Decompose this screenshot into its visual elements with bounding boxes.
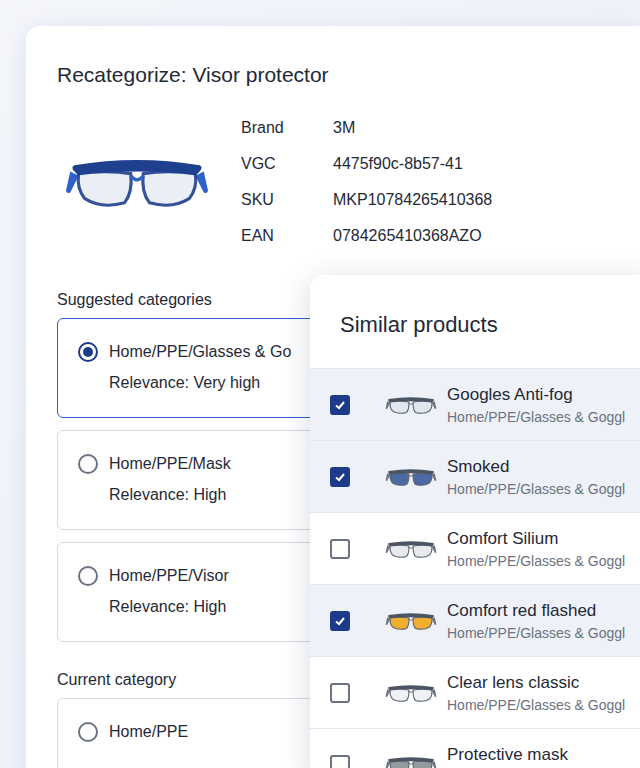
product-thumbnail-icon [385, 462, 437, 492]
product-category: Home/PPE/Glasses & Goggl [447, 479, 625, 499]
similar-products-list: Googles Anti-fogHome/PPE/Glasses & Goggl… [310, 368, 640, 768]
product-field: EAN0784265410368AZO [241, 218, 492, 254]
product-field: VGC4475f90c-8b57-41 [241, 146, 492, 182]
check-icon [334, 399, 346, 411]
page-title: Recategorize: Visor protector [57, 60, 640, 90]
checkbox-icon[interactable] [330, 755, 350, 768]
product-field: Brand3M [241, 110, 492, 146]
radio-icon[interactable] [78, 342, 98, 362]
product-fields: Brand3MVGC4475f90c-8b57-41SKUMKP10784265… [241, 110, 492, 254]
product-category: Home/PPE/Glasses & Goggl [447, 551, 625, 571]
field-value: 4475f90c-8b57-41 [333, 152, 463, 176]
product-info: Brand3MVGC4475f90c-8b57-41SKUMKP10784265… [57, 110, 640, 254]
category-relevance: Relevance: High [109, 595, 229, 619]
product-thumbnail-icon [385, 606, 437, 636]
radio-icon[interactable] [78, 454, 98, 474]
product-image-icon [64, 140, 210, 224]
category-path: Home/PPE/Visor [109, 564, 229, 588]
category-path: Home/PPE/Glasses & Go [109, 340, 291, 364]
category-path: Home/PPE/Mask [109, 452, 231, 476]
category-path: Home/PPE [109, 720, 188, 744]
category-relevance: Relevance: High [109, 483, 231, 507]
similar-products-panel: Similar productsGoogles Anti-fogHome/PPE… [310, 275, 640, 768]
panel-title: Similar products [310, 275, 640, 340]
product-name: Smoked [447, 455, 625, 479]
product-category: Home/PPE/Glasses & Goggl [447, 695, 625, 715]
checkbox-icon[interactable] [330, 611, 350, 631]
similar-product-row[interactable]: SmokedHome/PPE/Glasses & Goggl [310, 440, 640, 512]
field-value: 0784265410368AZO [333, 224, 482, 248]
product-thumbnail-icon [385, 390, 437, 420]
field-label: SKU [241, 188, 333, 212]
similar-product-row[interactable]: Clear lens classicHome/PPE/Glasses & Gog… [310, 656, 640, 728]
similar-product-row[interactable]: Comfort red flashedHome/PPE/Glasses & Go… [310, 584, 640, 656]
radio-icon[interactable] [78, 566, 98, 586]
product-category: Home/PPE/Glasses & Goggl [447, 407, 625, 427]
similar-product-row[interactable]: Protective mask [310, 728, 640, 768]
field-value: 3M [333, 116, 355, 140]
field-value: MKP10784265410368 [333, 188, 492, 212]
product-thumbnail-icon [385, 534, 437, 564]
radio-icon[interactable] [78, 722, 98, 742]
category-relevance: Relevance: Very high [109, 371, 291, 395]
check-icon [334, 615, 346, 627]
product-category: Home/PPE/Glasses & Goggl [447, 623, 625, 643]
checkbox-icon[interactable] [330, 683, 350, 703]
product-name: Comfort red flashed [447, 599, 625, 623]
page: Recategorize: Visor protectorBrand3MVGC4… [0, 0, 640, 768]
radio-dot-icon [83, 347, 93, 357]
product-field: SKUMKP10784265410368 [241, 182, 492, 218]
field-label: VGC [241, 152, 333, 176]
product-name: Googles Anti-fog [447, 383, 625, 407]
checkbox-icon[interactable] [330, 395, 350, 415]
check-icon [334, 471, 346, 483]
product-name: Clear lens classic [447, 671, 625, 695]
field-label: EAN [241, 224, 333, 248]
similar-product-row[interactable]: Comfort SiliumHome/PPE/Glasses & Goggl [310, 512, 640, 584]
checkbox-icon[interactable] [330, 539, 350, 559]
product-thumbnail-icon [385, 678, 437, 708]
product-thumbnail-icon [385, 750, 437, 768]
similar-product-row[interactable]: Googles Anti-fogHome/PPE/Glasses & Goggl [310, 368, 640, 440]
product-name: Protective mask [447, 743, 568, 767]
field-label: Brand [241, 116, 333, 140]
product-name: Comfort Silium [447, 527, 625, 551]
checkbox-icon[interactable] [330, 467, 350, 487]
